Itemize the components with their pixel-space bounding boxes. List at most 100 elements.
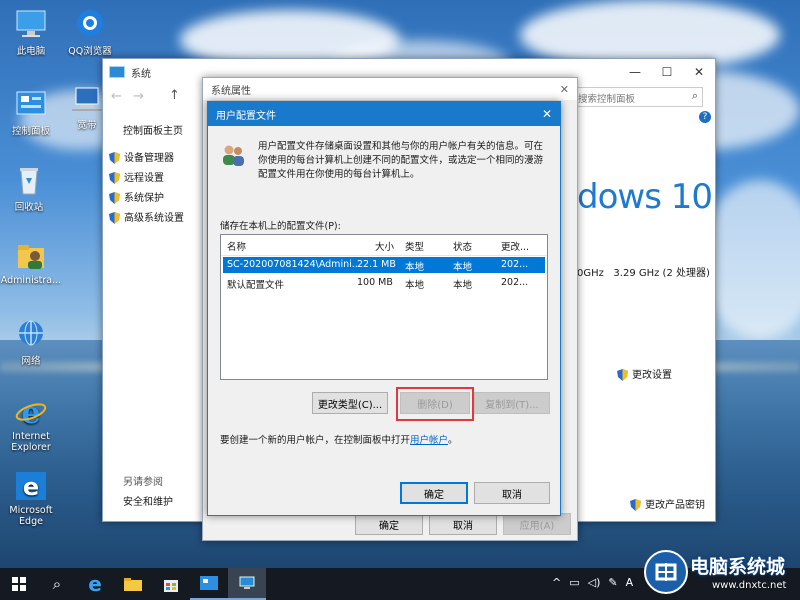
profile-type: 本地 [405,262,425,273]
svg-text:e: e [21,396,40,428]
site-watermark: 电脑系统城 www.dnxtc.net [638,548,800,600]
profile-list-label: 储存在本机上的配置文件(P): [220,221,341,232]
file-explorer-icon[interactable] [114,568,152,600]
profile-list-header: 名称 大小 类型 状态 更改... [221,235,547,256]
desktop-icon-qq-browser[interactable]: QQ浏览器 [55,8,125,57]
sidebar-item-device-manager[interactable]: 设备管理器 [109,149,174,164]
network-icon [14,318,48,350]
start-icon[interactable] [0,568,38,600]
computer-icon [14,8,48,40]
shield-icon [109,192,120,204]
shield-icon [630,499,641,511]
profile-name: SC-202007081424\Admini... [227,259,361,270]
shield-icon [109,172,120,184]
user-profiles-titlebar[interactable]: 用户配置文件 ✕ [208,102,560,126]
cancel-button[interactable]: 取消 [474,482,550,504]
qq-browser-icon [73,8,107,40]
ok-button[interactable]: 确定 [355,513,423,535]
back-arrow-icon[interactable]: ← [111,89,122,104]
system-properties-titlebar[interactable]: 系统属性 ✕ [203,78,577,100]
change-product-key-link[interactable]: 更改产品密钥 [630,496,705,511]
edge-icon[interactable]: e [76,568,114,600]
user-profiles-title: 用户配置文件 [216,110,276,122]
control-panel-icon [14,88,48,120]
watermark-title: 电脑系统城 [690,556,786,578]
ie-icon: e [14,396,48,431]
tray-expand-icon[interactable]: ^ [552,576,561,589]
shield-icon [617,369,628,381]
profile-modified: 202... [501,259,529,270]
desktop-icon-network[interactable]: 网络 [0,318,66,367]
store-icon[interactable] [152,568,190,600]
see-also-heading: 另请参阅 [123,477,163,488]
forward-arrow-icon[interactable]: → [133,89,144,104]
users-icon [220,142,246,168]
sidebar-item-advanced-settings[interactable]: 高级系统设置 [109,209,184,224]
desktop-icon-recycle-bin[interactable]: 回收站 [0,164,64,213]
change-settings-link[interactable]: 更改设置 [617,366,672,381]
system-tray: ^ ▭ ◁) ✎ A [552,576,633,589]
svg-text:e: e [23,473,39,501]
profile-size: 22.1 MB [357,259,396,270]
input-method-icon[interactable]: ✎ [608,576,617,589]
column-header-type[interactable]: 类型 [405,239,424,253]
profile-size: 100 MB [357,277,393,288]
change-type-button[interactable]: 更改类型(C)... [312,392,388,414]
sidebar-item-system-protection[interactable]: 系统保护 [109,189,164,204]
delete-button-highlight [396,387,474,421]
profile-description: 用户配置文件存储桌面设置和其他与你的用户帐户有关的信息。可在你使用的每台计算机上… [258,141,544,180]
system-icon [109,66,125,78]
table-row[interactable]: SC-202007081424\Admini... 22.1 MB 本地 本地 … [223,257,545,273]
shield-icon [109,152,120,164]
column-header-status[interactable]: 状态 [453,239,472,253]
apply-button[interactable]: 应用(A) [503,513,571,535]
search-icon[interactable]: ⌕ [692,89,698,103]
user-folder-icon [14,240,48,272]
edge-icon: e [14,470,48,502]
cancel-button[interactable]: 取消 [429,513,497,535]
search-box[interactable]: 搜索控制面板 ⌕ [571,87,703,107]
profile-status: 本地 [453,262,473,273]
tray-text[interactable]: A [626,576,634,589]
user-profiles-dialog: 用户配置文件 ✕ 用户配置文件存储桌面设置和其他与你的用户帐户有关的信息。可在你… [207,101,561,516]
recycle-bin-icon [12,164,46,196]
profile-name: 默认配置文件 [227,280,285,291]
desktop-icon-edge[interactable]: e Microsoft Edge [0,470,66,527]
user-accounts-link[interactable]: 用户帐户 [410,435,448,446]
profile-type: 本地 [405,280,425,291]
profile-list[interactable]: 名称 大小 类型 状态 更改... SC-202007081424\Admini… [220,234,548,380]
watermark-logo-icon [644,550,688,594]
table-row[interactable]: 默认配置文件 100 MB 本地 本地 202... [223,275,545,291]
search-input[interactable]: 搜索控制面板 [578,91,635,105]
close-button[interactable]: ✕ [560,83,569,96]
network-tray-icon[interactable]: ▭ [569,576,579,589]
close-button[interactable]: ✕ [542,107,552,121]
column-header-size[interactable]: 大小 [375,239,394,253]
control-panel-icon[interactable] [190,568,228,600]
broadband-icon [70,82,104,114]
desktop-icon-internet-explorer[interactable]: e Internet Explorer [0,396,66,453]
column-header-modified[interactable]: 更改... [501,239,529,253]
profile-modified: 202... [501,277,529,288]
system-properties-title: 系统属性 [211,85,251,97]
column-header-name[interactable]: 名称 [227,239,246,253]
help-icon[interactable]: ? [699,111,711,123]
ok-button[interactable]: 确定 [400,482,468,504]
up-arrow-icon[interactable]: ↑ [169,88,180,103]
footer-text: 要创建一个新的用户帐户，在控制面板中打开用户帐户。 [220,435,458,446]
sidebar-home-link[interactable]: 控制面板主页 [123,122,183,137]
search-icon[interactable]: ⌕ [38,568,76,600]
system-icon[interactable] [228,568,266,600]
sidebar-item-security-maintenance[interactable]: 安全和维护 [123,493,173,508]
system-window-title: 系统 [131,68,151,80]
maximize-button[interactable]: ☐ [651,59,683,85]
desktop-icon-administrator[interactable]: Administra... [0,240,66,286]
sidebar-item-remote-settings[interactable]: 远程设置 [109,169,164,184]
copy-to-button[interactable]: 复制到(T)... [474,392,550,414]
profile-status: 本地 [453,280,473,291]
watermark-url: www.dnxtc.net [712,580,787,591]
volume-tray-icon[interactable]: ◁) [588,576,601,589]
shield-icon [109,212,120,224]
close-button[interactable]: ✕ [683,59,715,85]
minimize-button[interactable]: — [619,59,651,85]
